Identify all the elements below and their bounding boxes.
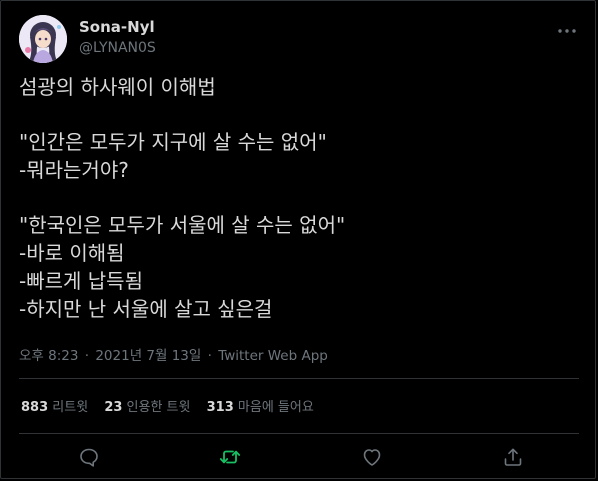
meta-separator: · (84, 348, 90, 364)
tweet-line: -하지만 난 서울에 살고 싶은걸 (19, 297, 273, 321)
tweet-line: -빠르게 납득됨 (19, 269, 143, 293)
reply-icon[interactable] (77, 445, 101, 469)
quotes-count: 23 (104, 400, 123, 415)
quotes-stat[interactable]: 23 인용한 트윗 (104, 400, 194, 415)
likes-stat[interactable]: 313 마음에 들어요 (207, 400, 314, 415)
divider (19, 378, 579, 379)
tweet-line: -바로 이해됨 (19, 241, 125, 265)
tweet-text: 섬광의 하사웨이 이해법 "인간은 모두가 지구에 살 수는 없어" -뭐라는거… (19, 73, 579, 323)
divider (19, 433, 579, 434)
tweet-line: "한국인은 모두가 서울에 살 수는 없어" (19, 213, 346, 237)
author-names: Sona-Nyl @LYNAN0S (79, 17, 156, 58)
tweet-time[interactable]: 오후 8:23 (19, 348, 78, 364)
share-icon[interactable] (501, 445, 525, 469)
tweet-line: -뭐라는거야? (19, 158, 129, 182)
more-horizontal-icon[interactable] (555, 19, 579, 43)
heart-icon[interactable] (360, 445, 384, 469)
likes-label: 마음에 들어요 (237, 400, 314, 415)
retweets-label: 리트윗 (52, 400, 89, 415)
avatar[interactable] (19, 15, 67, 63)
tweet-actions (1, 445, 595, 471)
retweets-stat[interactable]: 883 리트윗 (21, 400, 92, 415)
retweet-icon[interactable] (218, 445, 242, 469)
user-handle[interactable]: @LYNAN0S (79, 38, 156, 58)
display-name[interactable]: Sona-Nyl (79, 17, 156, 37)
tweet-meta: 오후 8:23 · 2021년 7월 13일 · Twitter Web App (19, 344, 328, 364)
tweet-source[interactable]: Twitter Web App (218, 348, 328, 364)
tweet-line: 섬광의 하사웨이 이해법 (19, 75, 216, 99)
tweet-date[interactable]: 2021년 7월 13일 (95, 348, 201, 364)
tweet-line: "인간은 모두가 지구에 살 수는 없어" (19, 130, 327, 154)
avatar-illustration (19, 15, 67, 63)
meta-separator: · (207, 348, 212, 364)
likes-count: 313 (206, 400, 234, 415)
quotes-label: 인용한 트윗 (126, 400, 191, 415)
retweets-count: 883 (21, 400, 49, 415)
tweet-stats: 883 리트윗 23 인용한 트윗 313 마음에 들어요 (21, 396, 326, 415)
tweet-card: Sona-Nyl @LYNAN0S 섬광의 하사웨이 이해법 "인간은 모두가 … (0, 0, 596, 479)
tweet-header: Sona-Nyl @LYNAN0S (19, 13, 583, 65)
